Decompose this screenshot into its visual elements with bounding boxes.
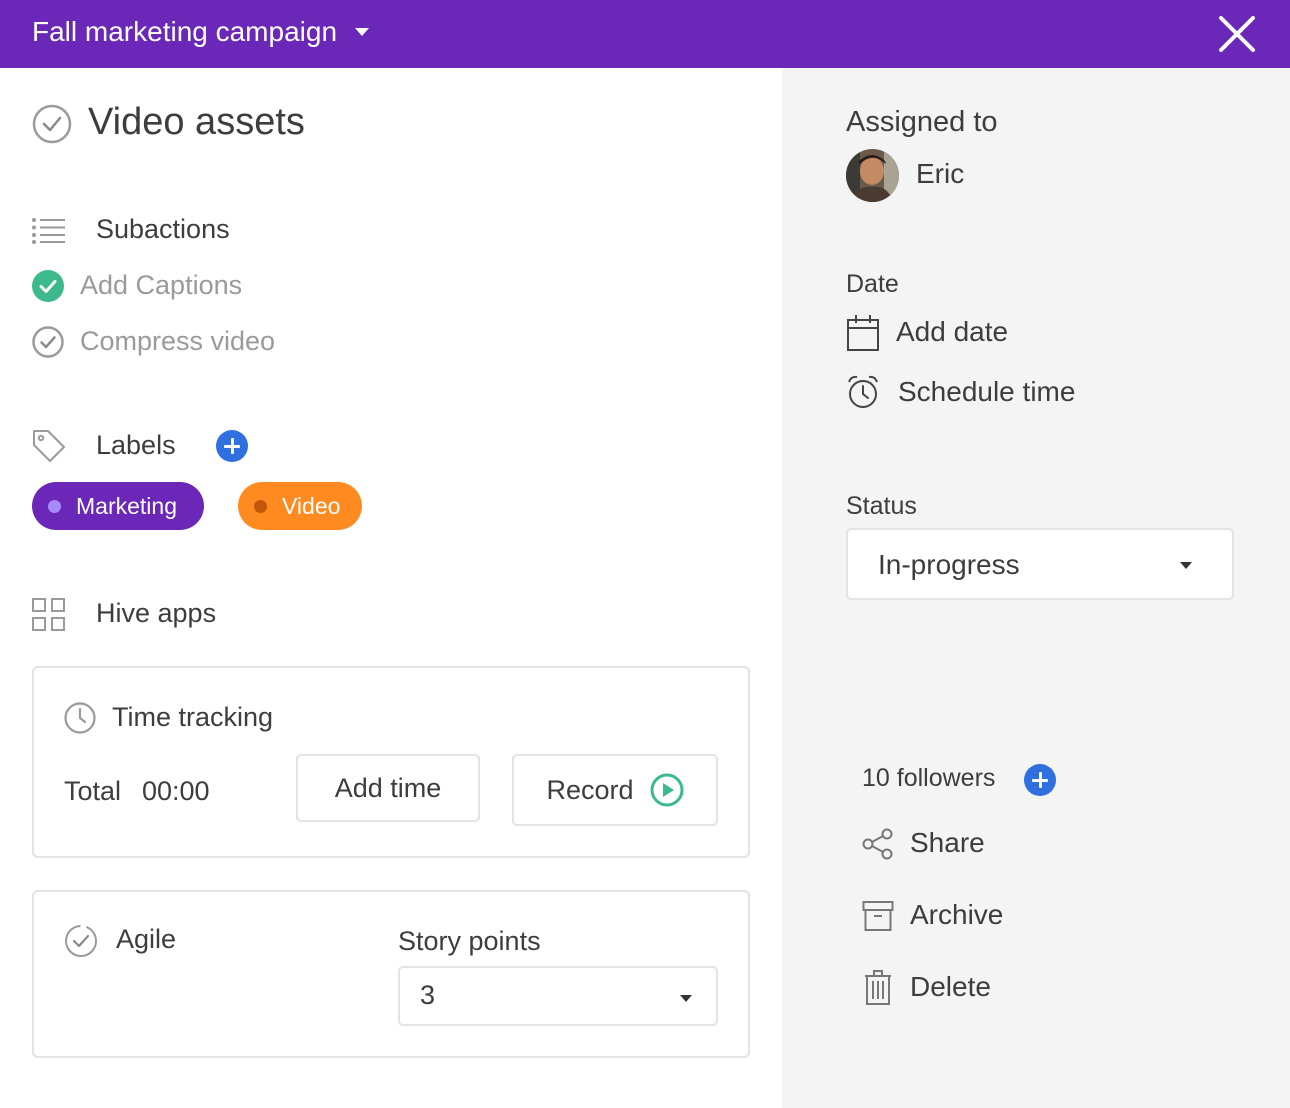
labels-heading: Labels bbox=[96, 430, 176, 460]
followers-count[interactable]: 10 followers bbox=[862, 764, 995, 793]
record-button[interactable]: Record bbox=[512, 754, 718, 826]
status-heading: Status bbox=[846, 492, 917, 520]
project-selector[interactable]: Fall marketing campaign bbox=[32, 16, 370, 48]
add-time-button-label: Add time bbox=[334, 772, 442, 803]
subaction-item[interactable] bbox=[32, 270, 64, 302]
avatar[interactable] bbox=[846, 149, 899, 202]
status-value: In-progress bbox=[878, 549, 1020, 580]
apps-grid-icon bbox=[32, 598, 65, 631]
total-label: Total bbox=[64, 776, 122, 806]
label-color-dot bbox=[254, 499, 267, 513]
chevron-down-icon bbox=[1180, 562, 1192, 569]
record-button-label: Record bbox=[546, 774, 634, 805]
close-icon[interactable] bbox=[1217, 14, 1257, 54]
clock-icon bbox=[64, 702, 96, 734]
total-time-value: 00:00 bbox=[142, 776, 210, 806]
trash-icon bbox=[865, 970, 891, 1005]
unchecked-circle-icon[interactable] bbox=[32, 326, 64, 358]
add-time-button[interactable]: Add time bbox=[296, 754, 480, 822]
subaction-label[interactable]: Compress video bbox=[80, 326, 275, 357]
tag-icon bbox=[33, 430, 65, 462]
complete-task-check-icon[interactable] bbox=[32, 104, 72, 144]
date-heading: Date bbox=[846, 270, 899, 298]
hive-apps-heading: Hive apps bbox=[96, 598, 217, 628]
agile-check-icon bbox=[65, 925, 97, 957]
play-icon bbox=[650, 773, 684, 807]
task-title[interactable]: Video assets bbox=[88, 101, 305, 144]
story-points-label: Story points bbox=[398, 926, 541, 956]
chevron-down-icon bbox=[680, 995, 692, 1002]
label-chip-text: Video bbox=[282, 492, 341, 519]
subactions-heading: Subactions bbox=[96, 214, 230, 244]
label-chip-text: Marketing bbox=[76, 492, 177, 519]
archive-button[interactable]: Archive bbox=[910, 899, 1003, 931]
story-points-select[interactable]: 3 bbox=[398, 966, 718, 1026]
story-points-value: 3 bbox=[420, 980, 436, 1010]
share-button[interactable]: Share bbox=[910, 827, 985, 859]
checked-circle-icon[interactable] bbox=[32, 270, 64, 302]
add-label-button[interactable] bbox=[216, 430, 248, 462]
agile-title: Agile bbox=[116, 924, 177, 954]
chevron-down-icon bbox=[355, 28, 370, 36]
schedule-time-button[interactable]: Schedule time bbox=[898, 376, 1075, 408]
label-chip-marketing[interactable]: Marketing bbox=[32, 482, 204, 530]
assigned-to-heading: Assigned to bbox=[846, 106, 998, 138]
alarm-clock-icon bbox=[848, 375, 878, 408]
share-icon bbox=[862, 828, 893, 860]
label-chip-video[interactable]: Video bbox=[238, 482, 362, 530]
subaction-item[interactable] bbox=[32, 326, 64, 358]
project-name: Fall marketing campaign bbox=[32, 16, 338, 47]
delete-button[interactable]: Delete bbox=[910, 971, 991, 1003]
project-header-bar: Fall marketing campaign bbox=[0, 0, 1290, 68]
assignee-name[interactable]: Eric bbox=[916, 158, 964, 190]
status-select[interactable]: In-progress bbox=[846, 528, 1234, 600]
add-follower-button[interactable] bbox=[1024, 764, 1056, 796]
list-icon bbox=[32, 218, 65, 244]
add-date-button[interactable]: Add date bbox=[896, 316, 1008, 348]
calendar-icon bbox=[847, 315, 879, 351]
label-color-dot bbox=[48, 499, 61, 513]
time-tracking-title: Time tracking bbox=[112, 702, 274, 732]
archive-icon bbox=[862, 901, 894, 931]
subaction-label[interactable]: Add Captions bbox=[80, 270, 242, 301]
